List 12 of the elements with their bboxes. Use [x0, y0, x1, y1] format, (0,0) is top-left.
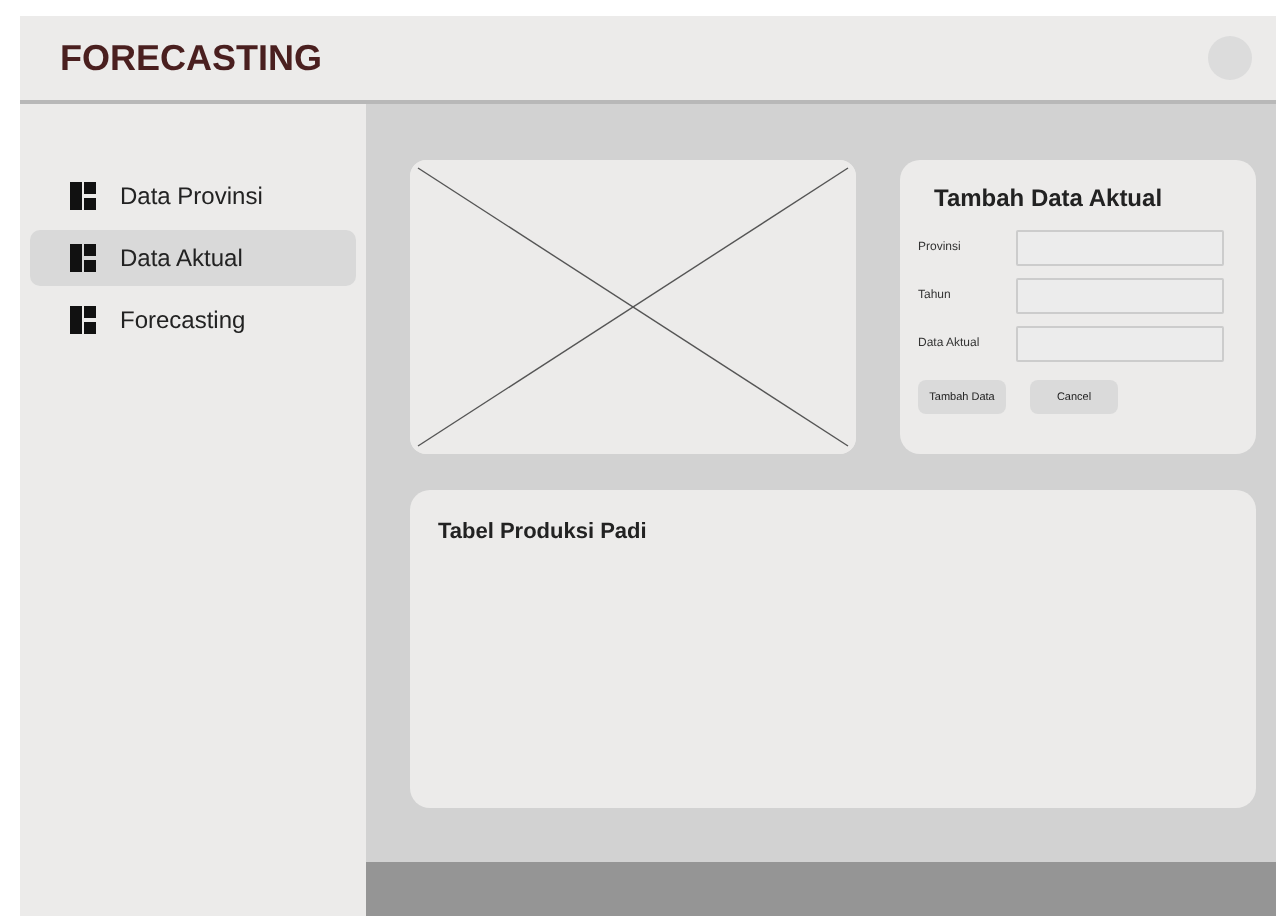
sidebar-item[interactable]: Data Aktual: [30, 230, 356, 286]
dashboard-icon: [70, 182, 96, 210]
dashboard-icon: [70, 306, 96, 334]
table-title: Tabel Produksi Padi: [438, 520, 649, 544]
sidebar-item[interactable]: Data Provinsi: [30, 168, 356, 224]
app-title: FORECASTING: [60, 37, 323, 79]
input-field[interactable]: [1016, 230, 1224, 266]
input-field[interactable]: [1016, 326, 1224, 362]
sidebar-item[interactable]: Forecasting: [30, 292, 356, 348]
input-field[interactable]: [1016, 278, 1224, 314]
dashboard-icon: [70, 244, 96, 272]
form-title: Tambah Data Aktual: [934, 184, 1165, 212]
